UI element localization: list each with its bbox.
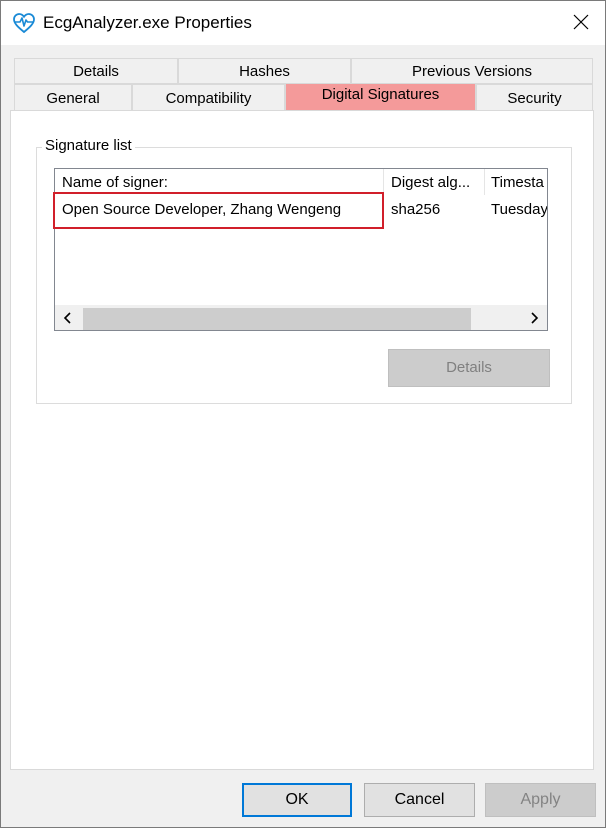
tab-previous-versions[interactable]: Previous Versions (351, 58, 593, 84)
tab-hashes[interactable]: Hashes (178, 58, 351, 84)
column-header-digest[interactable]: Digest alg... (391, 169, 481, 197)
apply-button[interactable]: Apply (485, 783, 596, 817)
heart-pulse-icon (12, 11, 36, 35)
timestamp-cell[interactable]: Tuesday (491, 197, 547, 223)
digest-cell[interactable]: sha256 (391, 197, 481, 223)
close-button[interactable] (561, 6, 601, 42)
tab-details[interactable]: Details (14, 58, 178, 84)
tab-security[interactable]: Security (476, 84, 593, 111)
tab-digital-signatures[interactable]: Digital Signatures (285, 83, 476, 111)
ok-button[interactable]: OK (242, 783, 352, 817)
details-button[interactable]: Details (388, 349, 550, 387)
cancel-button[interactable]: Cancel (364, 783, 475, 817)
horizontal-scrollbar[interactable] (55, 305, 547, 330)
tab-general[interactable]: General (14, 84, 132, 111)
scroll-right-arrow-icon[interactable] (521, 305, 547, 330)
column-header-timestamp[interactable]: Timesta (491, 169, 547, 197)
window-title: EcgAnalyzer.exe Properties (43, 13, 252, 32)
signature-list-label: Signature list (42, 137, 135, 154)
signer-highlight-box (53, 192, 384, 229)
column-divider[interactable] (484, 169, 485, 195)
title-bar[interactable]: EcgAnalyzer.exe Properties (1, 1, 605, 45)
scroll-left-arrow-icon[interactable] (55, 305, 81, 330)
scrollbar-thumb[interactable] (83, 308, 471, 330)
close-icon (573, 14, 589, 34)
tab-compatibility[interactable]: Compatibility (132, 84, 285, 111)
